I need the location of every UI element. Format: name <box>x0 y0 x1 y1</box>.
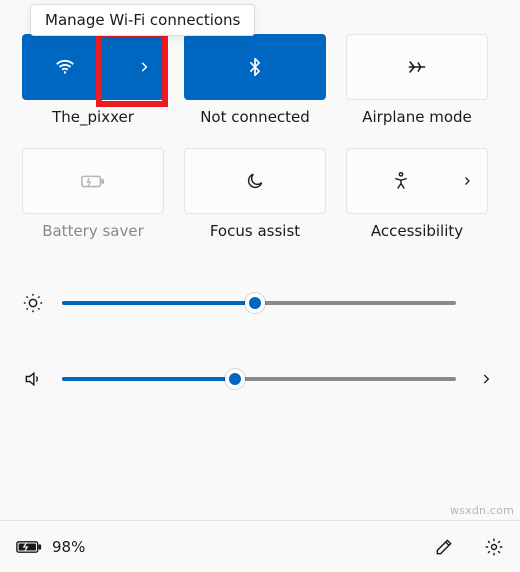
focus-assist-tile[interactable] <box>184 148 326 214</box>
airplane-icon <box>406 56 428 78</box>
airplane-mode-tile[interactable] <box>346 34 488 100</box>
settings-button[interactable] <box>484 537 504 557</box>
sliders-section <box>0 262 520 389</box>
wifi-icon <box>54 56 76 78</box>
volume-fill <box>62 377 235 381</box>
brightness-icon <box>22 292 44 314</box>
battery-icon <box>16 539 42 555</box>
speaker-icon <box>22 369 44 389</box>
volume-thumb[interactable] <box>225 369 245 389</box>
footer-bar: 98% <box>0 520 520 572</box>
battery-percent-text: 98% <box>52 538 85 556</box>
battery-saver-label: Battery saver <box>22 214 164 262</box>
brightness-slider[interactable] <box>22 292 498 314</box>
wifi-tile[interactable] <box>22 34 164 100</box>
bluetooth-icon <box>245 56 265 78</box>
quick-settings-grid: The_pixxer Not connected Airplane mode <box>0 0 520 262</box>
brightness-track[interactable] <box>62 301 456 305</box>
bluetooth-label: Not connected <box>184 100 326 148</box>
battery-saver-tile[interactable] <box>22 148 164 214</box>
accessibility-tile[interactable] <box>346 148 488 214</box>
focus-assist-label: Focus assist <box>184 214 326 262</box>
battery-saver-icon <box>80 171 106 191</box>
wifi-expand-button[interactable] <box>124 34 164 100</box>
wifi-tooltip: Manage Wi-Fi connections <box>30 4 255 36</box>
volume-expand-button[interactable] <box>474 372 498 386</box>
airplane-mode-label: Airplane mode <box>346 100 488 148</box>
accessibility-expand-button[interactable] <box>447 149 487 213</box>
wifi-label: The_pixxer <box>22 100 164 148</box>
accessibility-icon <box>391 171 411 191</box>
brightness-thumb[interactable] <box>245 293 265 313</box>
brightness-fill <box>62 301 255 305</box>
battery-status[interactable]: 98% <box>16 538 85 556</box>
volume-slider[interactable] <box>22 369 498 389</box>
moon-icon <box>245 171 265 191</box>
bluetooth-tile[interactable] <box>184 34 326 100</box>
volume-track[interactable] <box>62 377 456 381</box>
edit-button[interactable] <box>434 537 454 557</box>
watermark: wsxdn.com <box>450 504 514 517</box>
accessibility-label: Accessibility <box>346 214 488 262</box>
